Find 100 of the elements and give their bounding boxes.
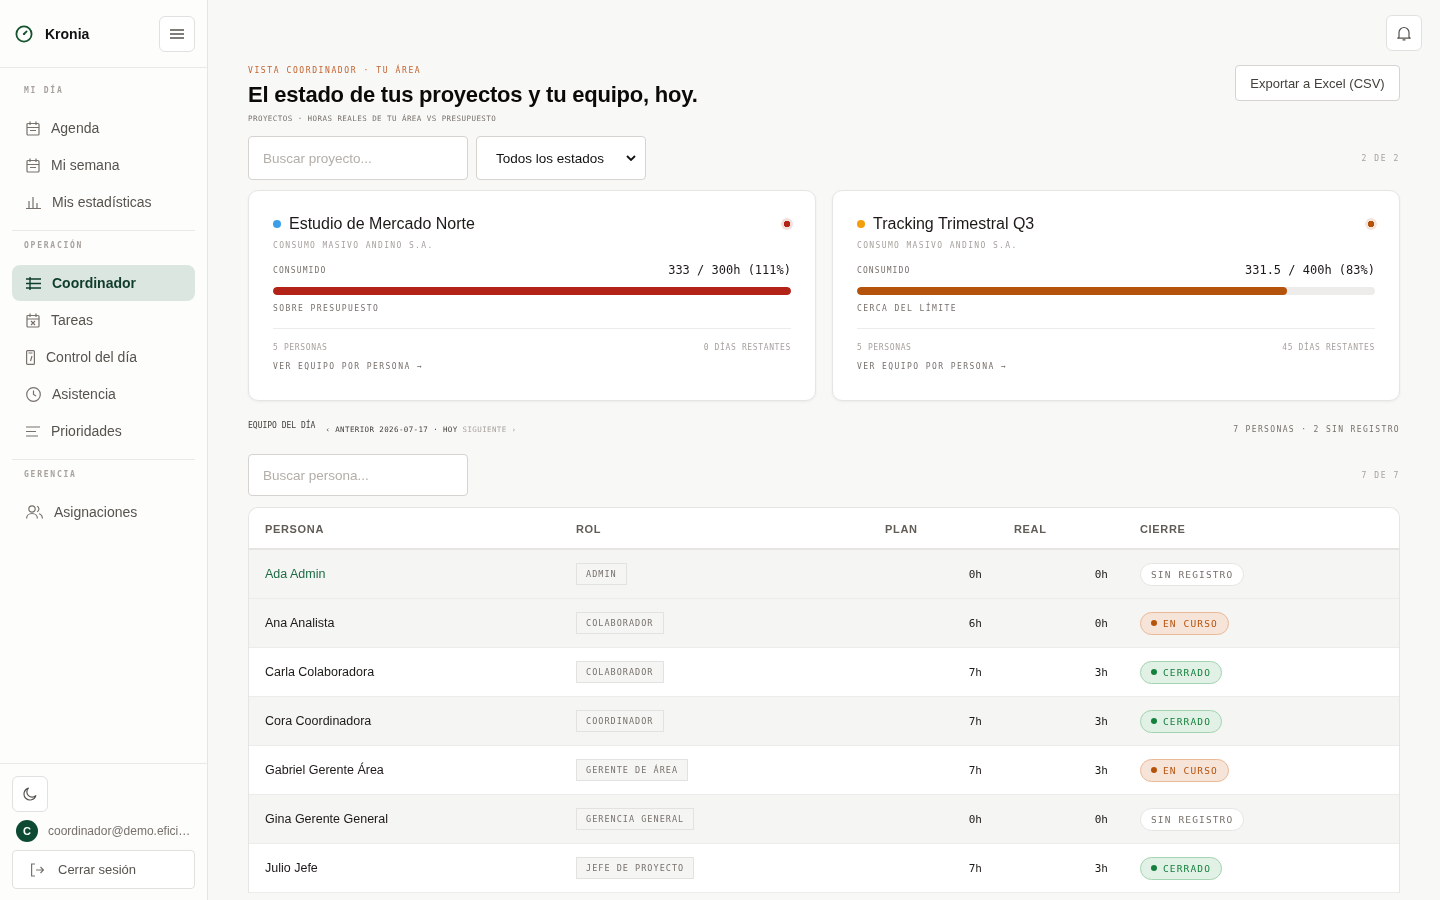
- status-dot-icon: [781, 218, 793, 230]
- clock-icon: [26, 386, 41, 402]
- clock-logo-icon: [15, 24, 33, 43]
- status-dot-icon: [1151, 620, 1157, 626]
- nav-item[interactable]: Coordinador: [12, 265, 195, 301]
- table-row[interactable]: Julio Jefe JEFE DE PROYECTO 7h 3h CERRADO: [249, 843, 1399, 893]
- real-hours: 0h: [1094, 567, 1108, 581]
- bell-icon: [1397, 25, 1411, 41]
- clipboard-icon: [26, 349, 35, 365]
- table-row[interactable]: Gabriel Gerente Área GERENTE DE ÁREA 7h 3h EN CURSO: [249, 745, 1399, 795]
- user-email: coordinador@demo.efici…: [48, 824, 191, 838]
- list-icon: [26, 276, 41, 290]
- client-name: CONSUMO MASIVO ANDINO S.A.: [857, 241, 1019, 251]
- user-avatar: C: [16, 820, 38, 842]
- role-tag: COLABORADOR: [576, 661, 664, 683]
- project-search-field[interactable]: Buscar proyecto...: [248, 136, 468, 180]
- role-tag: GERENTE DE ÁREA: [576, 759, 689, 781]
- menu-icon: [170, 28, 184, 39]
- nav-item[interactable]: Mi semana: [12, 147, 195, 183]
- closing-status: CERRADO: [1140, 856, 1223, 880]
- person-search-field[interactable]: Buscar persona...: [248, 454, 468, 496]
- nav-item[interactable]: Tareas: [12, 302, 195, 338]
- team-summary: 7 PERSONAS · 2 SIN REGISTRO: [1233, 425, 1400, 434]
- export-button[interactable]: Exportar a Excel (CSV): [1235, 65, 1400, 101]
- closing-status: SIN REGISTRO: [1140, 562, 1245, 586]
- column-header: CIERRE: [1140, 523, 1186, 535]
- plan-hours: 0h: [968, 567, 982, 581]
- days-remaining: 0 DÍAS RESTANTES: [703, 343, 791, 353]
- client-name: CONSUMO MASIVO ANDINO S.A.: [273, 241, 435, 251]
- calendar-x-icon: [26, 312, 40, 328]
- closing-status: CERRADO: [1140, 660, 1223, 684]
- users-icon: [26, 505, 43, 519]
- role-tag: COLABORADOR: [576, 612, 664, 634]
- nav-item[interactable]: Asignaciones: [12, 494, 195, 530]
- logout-button[interactable]: Cerrar sesión: [12, 850, 195, 889]
- calendar-icon: [26, 120, 40, 136]
- consumed-label: CONSUMIDO: [857, 265, 911, 275]
- calendar-icon: [26, 157, 40, 173]
- real-hours: 3h: [1094, 714, 1108, 728]
- closing-status: SIN REGISTRO: [1140, 807, 1245, 831]
- role-tag: GERENCIA GENERAL: [576, 808, 695, 830]
- project-title: Estudio de Mercado Norte: [289, 215, 475, 233]
- role-tag: ADMIN: [576, 563, 627, 585]
- person-name: Julio Jefe: [265, 861, 318, 875]
- closing-status: CERRADO: [1140, 709, 1223, 733]
- section-title: GERENCIA: [23, 470, 78, 480]
- nav-item[interactable]: Mis estadísticas: [12, 184, 195, 220]
- section-title: EQUIPO DEL DÍA: [248, 421, 316, 430]
- status-dot-icon: [1151, 865, 1157, 871]
- nav-item[interactable]: Prioridades: [12, 413, 195, 449]
- moon-icon: [23, 787, 37, 801]
- plan-hours: 7h: [968, 763, 982, 777]
- table-row[interactable]: Ada Admin ADMIN 0h 0h SIN REGISTRO: [249, 549, 1399, 599]
- section-title: MI DÍA: [23, 86, 65, 96]
- status-dot-icon: [1151, 767, 1157, 773]
- consumed-label: CONSUMIDO: [273, 265, 327, 275]
- person-name: Ana Analista: [265, 616, 335, 630]
- plan-hours: 6h: [968, 616, 982, 630]
- status-dot-icon: [1151, 669, 1157, 675]
- table-row[interactable]: Cora Coordinadora COORDINADOR 7h 3h CERRADO: [249, 696, 1399, 746]
- bar-chart-icon: [26, 195, 41, 209]
- column-header: ROL: [576, 523, 602, 535]
- nav-item[interactable]: Asistencia: [12, 376, 195, 412]
- team-link[interactable]: VER EQUIPO POR PERSONA →: [857, 362, 1008, 372]
- project-count: 2 DE 2: [1361, 153, 1400, 163]
- lines-icon: [26, 425, 40, 437]
- nav-item[interactable]: Agenda: [12, 110, 195, 146]
- people-count: 5 PERSONAS: [273, 343, 328, 353]
- table-row[interactable]: Ana Analista COLABORADOR 6h 0h EN CURSO: [249, 598, 1399, 648]
- notifications-button[interactable]: [1386, 15, 1422, 51]
- table-row[interactable]: Gina Gerente General GERENCIA GENERAL 0h 0h SIN REGISTRO: [249, 794, 1399, 844]
- person-name: Gina Gerente General: [265, 812, 388, 826]
- menu-button[interactable]: [159, 15, 195, 52]
- plan-hours: 0h: [968, 812, 982, 826]
- nav-item[interactable]: Control del día: [12, 339, 195, 375]
- section-title: OPERACIÓN: [23, 241, 85, 251]
- page-eyebrow: VISTA COORDINADOR · TU ÁREA: [248, 66, 423, 76]
- real-hours: 3h: [1094, 861, 1108, 875]
- page-title: El estado de tus proyectos y tu equipo, hoy.: [248, 82, 698, 108]
- budget-status: SOBRE PRESUPUESTO: [273, 304, 381, 314]
- real-hours: 3h: [1094, 665, 1108, 679]
- table-row[interactable]: Carla Colaboradora COLABORADOR 7h 3h CERRADO: [249, 647, 1399, 697]
- theme-toggle-button[interactable]: [12, 776, 48, 812]
- column-header: PLAN: [885, 523, 918, 535]
- role-tag: JEFE DE PROYECTO: [576, 857, 695, 879]
- team-link[interactable]: VER EQUIPO POR PERSONA →: [273, 362, 424, 372]
- budget-status: CERCA DEL LÍMITE: [857, 304, 959, 314]
- status-select[interactable]: Todos los estados: [476, 136, 646, 180]
- real-hours: 3h: [1094, 763, 1108, 777]
- person-name: Ada Admin: [265, 567, 326, 581]
- person-name: Gabriel Gerente Área: [265, 763, 384, 777]
- real-hours: 0h: [1094, 812, 1108, 826]
- brand-name: Kronia: [45, 25, 90, 42]
- people-count: 5 PERSONAS: [857, 343, 912, 353]
- project-title: Tracking Trimestral Q3: [873, 215, 1035, 233]
- column-header: PERSONA: [265, 523, 325, 535]
- status-dot-icon: [1151, 718, 1157, 724]
- role-tag: COORDINADOR: [576, 710, 664, 732]
- days-remaining: 45 DÍAS RESTANTES: [1282, 343, 1375, 353]
- status-dot-icon: [1365, 218, 1377, 230]
